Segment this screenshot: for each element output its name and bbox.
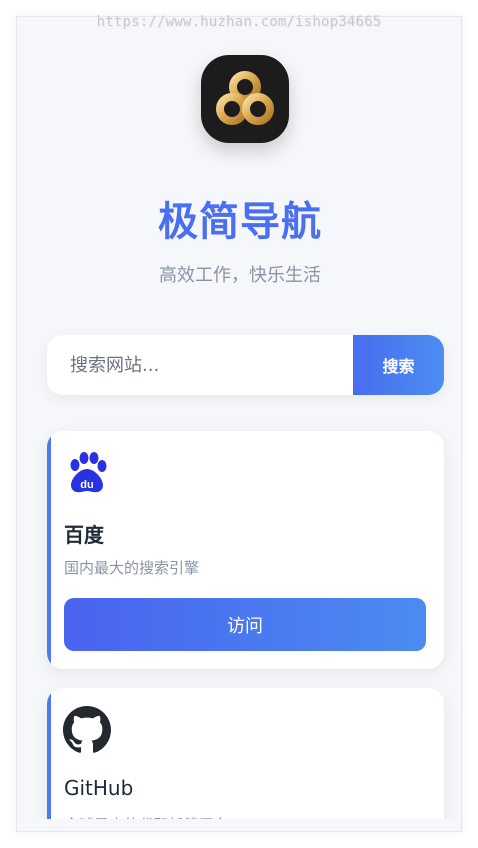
bottom-edge [17,819,461,831]
card-title: GitHub [64,776,134,800]
app-viewport: 极简导航 高效工作，快乐生活 搜索 du 百度 国内最大的搜索引擎 访问 Git… [16,16,462,832]
card-description: 国内最大的搜索引擎 [64,559,200,577]
visit-button[interactable]: 访问 [64,598,426,651]
page-title: 极简导航 [158,200,322,244]
search-input[interactable] [47,335,353,395]
site-card-baidu[interactable]: du 百度 国内最大的搜索引擎 访问 [47,431,444,669]
svg-text:du: du [80,479,93,491]
card-title: 百度 [64,523,104,547]
baidu-paw-icon: du [63,449,111,497]
github-octocat-icon [63,706,111,754]
logo-rings-icon [216,71,274,125]
page-subtitle: 高效工作，快乐生活 [159,265,321,286]
search-bar: 搜索 [47,335,444,395]
watermark-url: https://www.huzhan.com/ishop34665 [96,14,382,30]
site-card-github[interactable]: GitHub 全球最大的代码托管平台 [47,688,444,831]
app-logo [201,55,289,143]
search-button[interactable]: 搜索 [353,335,444,395]
